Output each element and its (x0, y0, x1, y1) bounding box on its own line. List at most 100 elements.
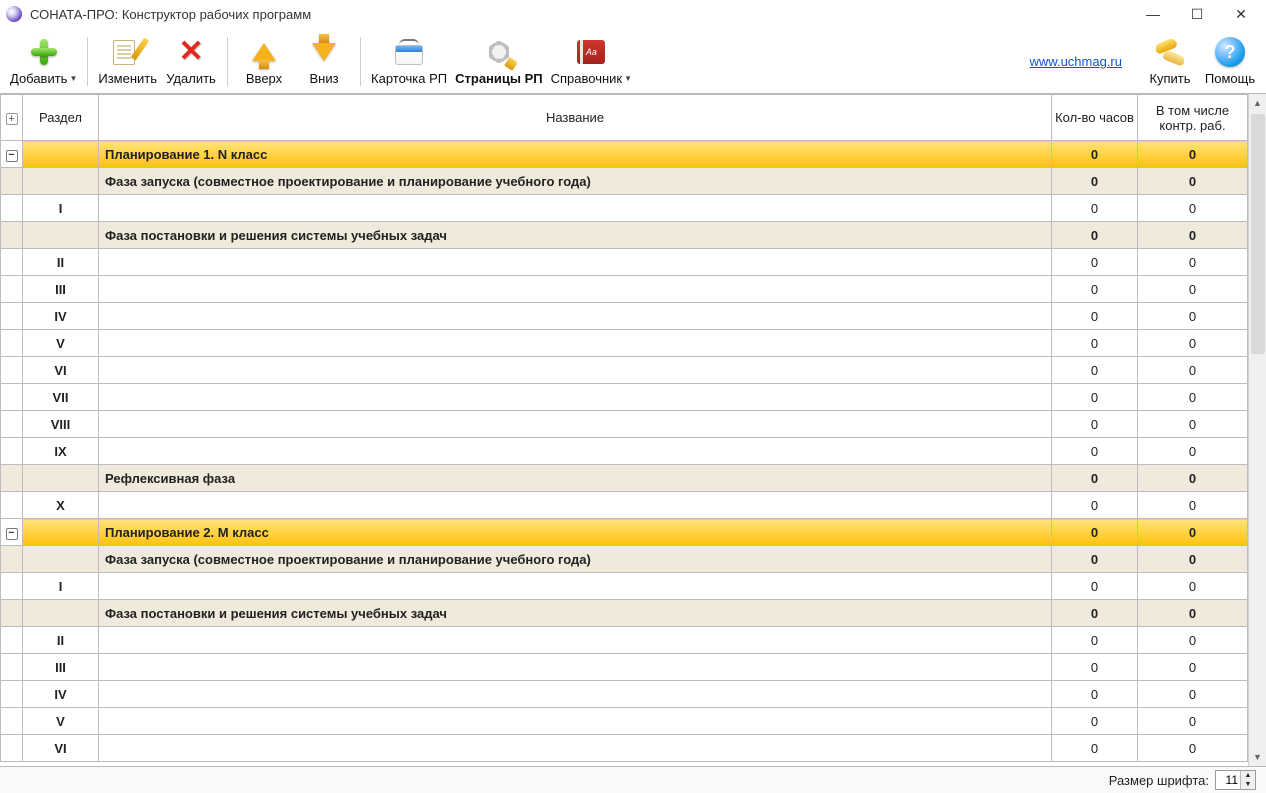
minimize-button[interactable]: — (1140, 4, 1166, 24)
table-row[interactable]: III00 (1, 654, 1248, 681)
hours-cell[interactable]: 0 (1052, 546, 1138, 573)
table-row[interactable]: X00 (1, 492, 1248, 519)
uchmag-link[interactable]: www.uchmag.ru (1030, 54, 1122, 69)
table-row[interactable]: III00 (1, 276, 1248, 303)
kontrol-cell[interactable]: 0 (1138, 735, 1248, 762)
table-row[interactable]: Фаза запуска (совместное проектирование … (1, 546, 1248, 573)
kontrol-cell[interactable]: 0 (1138, 600, 1248, 627)
name-cell[interactable] (99, 681, 1052, 708)
kontrol-cell[interactable]: 0 (1138, 627, 1248, 654)
table-row[interactable]: −Планирование 1. N класс00 (1, 141, 1248, 168)
buy-button[interactable]: Купить (1140, 33, 1200, 90)
table-row[interactable]: Фаза постановки и решения системы учебны… (1, 222, 1248, 249)
scroll-down-arrow-icon[interactable]: ▼ (1249, 748, 1266, 766)
table-row[interactable]: −Планирование 2. M класс00 (1, 519, 1248, 546)
table-row[interactable]: II00 (1, 627, 1248, 654)
kontrol-cell[interactable]: 0 (1138, 222, 1248, 249)
hours-cell[interactable]: 0 (1052, 411, 1138, 438)
kontrol-cell[interactable]: 0 (1138, 492, 1248, 519)
kontrol-cell[interactable]: 0 (1138, 357, 1248, 384)
kontrol-cell[interactable]: 0 (1138, 681, 1248, 708)
edit-button[interactable]: Изменить (94, 33, 161, 90)
card-rp-button[interactable]: Карточка РП (367, 33, 451, 90)
pages-rp-button[interactable]: Страницы РП (451, 33, 547, 90)
move-down-button[interactable]: Вниз (294, 33, 354, 90)
font-size-input[interactable] (1216, 773, 1240, 787)
col-hours[interactable]: Кол-во часов (1052, 95, 1138, 141)
reference-button[interactable]: Aa Справочник▼ (547, 33, 636, 90)
hours-cell[interactable]: 0 (1052, 708, 1138, 735)
kontrol-cell[interactable]: 0 (1138, 303, 1248, 330)
kontrol-cell[interactable]: 0 (1138, 384, 1248, 411)
table-row[interactable]: VIII00 (1, 411, 1248, 438)
scroll-thumb[interactable] (1251, 114, 1265, 354)
table-row[interactable]: IV00 (1, 681, 1248, 708)
spinner-down-icon[interactable]: ▼ (1241, 780, 1255, 789)
hours-cell[interactable]: 0 (1052, 573, 1138, 600)
collapse-icon[interactable]: − (6, 528, 18, 540)
name-cell[interactable] (99, 357, 1052, 384)
hours-cell[interactable]: 0 (1052, 600, 1138, 627)
font-size-spinner[interactable]: ▲ ▼ (1215, 770, 1256, 790)
col-section[interactable]: Раздел (23, 95, 99, 141)
hours-cell[interactable]: 0 (1052, 627, 1138, 654)
name-cell[interactable] (99, 276, 1052, 303)
kontrol-cell[interactable]: 0 (1138, 519, 1248, 546)
table-row[interactable]: II00 (1, 249, 1248, 276)
hours-cell[interactable]: 0 (1052, 195, 1138, 222)
name-cell[interactable] (99, 627, 1052, 654)
kontrol-cell[interactable]: 0 (1138, 465, 1248, 492)
table-row[interactable]: IV00 (1, 303, 1248, 330)
name-cell[interactable] (99, 438, 1052, 465)
table-row[interactable]: IX00 (1, 438, 1248, 465)
kontrol-cell[interactable]: 0 (1138, 330, 1248, 357)
name-cell[interactable] (99, 654, 1052, 681)
table-row[interactable]: VI00 (1, 357, 1248, 384)
name-cell[interactable]: Планирование 2. M класс (99, 519, 1052, 546)
kontrol-cell[interactable]: 0 (1138, 546, 1248, 573)
table-row[interactable]: I00 (1, 573, 1248, 600)
planning-table[interactable]: + Раздел Название Кол-во часов В том чис… (0, 94, 1248, 762)
table-row[interactable]: VII00 (1, 384, 1248, 411)
col-expand[interactable]: + (1, 95, 23, 141)
hours-cell[interactable]: 0 (1052, 492, 1138, 519)
name-cell[interactable] (99, 303, 1052, 330)
scroll-up-arrow-icon[interactable]: ▲ (1249, 94, 1266, 112)
name-cell[interactable]: Фаза запуска (совместное проектирование … (99, 546, 1052, 573)
kontrol-cell[interactable]: 0 (1138, 195, 1248, 222)
hours-cell[interactable]: 0 (1052, 276, 1138, 303)
spinner-up-icon[interactable]: ▲ (1241, 771, 1255, 780)
kontrol-cell[interactable]: 0 (1138, 438, 1248, 465)
hours-cell[interactable]: 0 (1052, 357, 1138, 384)
kontrol-cell[interactable]: 0 (1138, 573, 1248, 600)
expand-cell[interactable]: − (1, 519, 23, 546)
name-cell[interactable] (99, 492, 1052, 519)
name-cell[interactable] (99, 411, 1052, 438)
name-cell[interactable]: Фаза постановки и решения системы учебны… (99, 222, 1052, 249)
name-cell[interactable] (99, 330, 1052, 357)
hours-cell[interactable]: 0 (1052, 249, 1138, 276)
kontrol-cell[interactable]: 0 (1138, 276, 1248, 303)
table-row[interactable]: V00 (1, 708, 1248, 735)
hours-cell[interactable]: 0 (1052, 384, 1138, 411)
name-cell[interactable]: Планирование 1. N класс (99, 141, 1052, 168)
col-name[interactable]: Название (99, 95, 1052, 141)
table-row[interactable]: VI00 (1, 735, 1248, 762)
hours-cell[interactable]: 0 (1052, 438, 1138, 465)
table-row[interactable]: V00 (1, 330, 1248, 357)
close-button[interactable]: ✕ (1228, 4, 1254, 24)
table-row[interactable]: Фаза постановки и решения системы учебны… (1, 600, 1248, 627)
name-cell[interactable]: Фаза запуска (совместное проектирование … (99, 168, 1052, 195)
maximize-button[interactable]: ☐ (1184, 4, 1210, 24)
kontrol-cell[interactable]: 0 (1138, 168, 1248, 195)
move-up-button[interactable]: Вверх (234, 33, 294, 90)
name-cell[interactable]: Рефлексивная фаза (99, 465, 1052, 492)
kontrol-cell[interactable]: 0 (1138, 141, 1248, 168)
kontrol-cell[interactable]: 0 (1138, 249, 1248, 276)
hours-cell[interactable]: 0 (1052, 141, 1138, 168)
expand-cell[interactable]: − (1, 141, 23, 168)
vertical-scrollbar[interactable]: ▲ ▼ (1248, 94, 1266, 766)
kontrol-cell[interactable]: 0 (1138, 654, 1248, 681)
table-row[interactable]: Фаза запуска (совместное проектирование … (1, 168, 1248, 195)
add-button[interactable]: Добавить▼ (6, 33, 81, 90)
